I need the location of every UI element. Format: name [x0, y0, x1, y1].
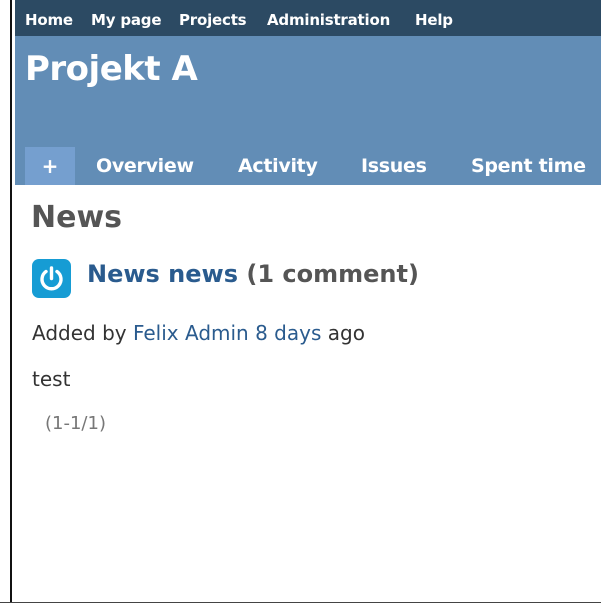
- page-border-left: [10, 0, 12, 603]
- project-header: Projekt A + Overview Activity Issues Spe…: [15, 36, 601, 185]
- age-link[interactable]: 8 days: [255, 321, 321, 345]
- top-menu-help[interactable]: Help: [415, 11, 453, 29]
- news-author-line: Added by Felix Admin 8 days ago: [32, 321, 365, 345]
- pagination-info: (1-1/1): [45, 413, 106, 434]
- page-border-bottom: [0, 602, 601, 603]
- age-suffix: ago: [327, 321, 365, 345]
- tab-issues[interactable]: Issues: [361, 155, 427, 177]
- power-icon: [32, 259, 71, 298]
- page-title: News: [31, 200, 123, 235]
- tab-overview[interactable]: Overview: [96, 155, 194, 177]
- top-menu-administration[interactable]: Administration: [267, 11, 390, 29]
- top-menu-projects[interactable]: Projects: [179, 11, 247, 29]
- project-title: Projekt A: [25, 49, 198, 89]
- news-title-link[interactable]: News news: [87, 260, 238, 288]
- author-link[interactable]: Felix Admin: [133, 321, 249, 345]
- top-menu-my-page[interactable]: My page: [91, 11, 161, 29]
- tab-spent-time[interactable]: Spent time: [471, 155, 586, 177]
- new-object-tab[interactable]: +: [25, 147, 75, 185]
- tab-activity[interactable]: Activity: [238, 155, 318, 177]
- added-by-label: Added by: [32, 321, 127, 345]
- top-menu-home[interactable]: Home: [25, 11, 73, 29]
- news-summary: test: [32, 367, 71, 391]
- top-menu: Home My page Projects Administration Hel…: [15, 0, 601, 36]
- news-comment-count: (1 comment): [246, 260, 419, 288]
- news-title: News news (1 comment): [87, 260, 419, 288]
